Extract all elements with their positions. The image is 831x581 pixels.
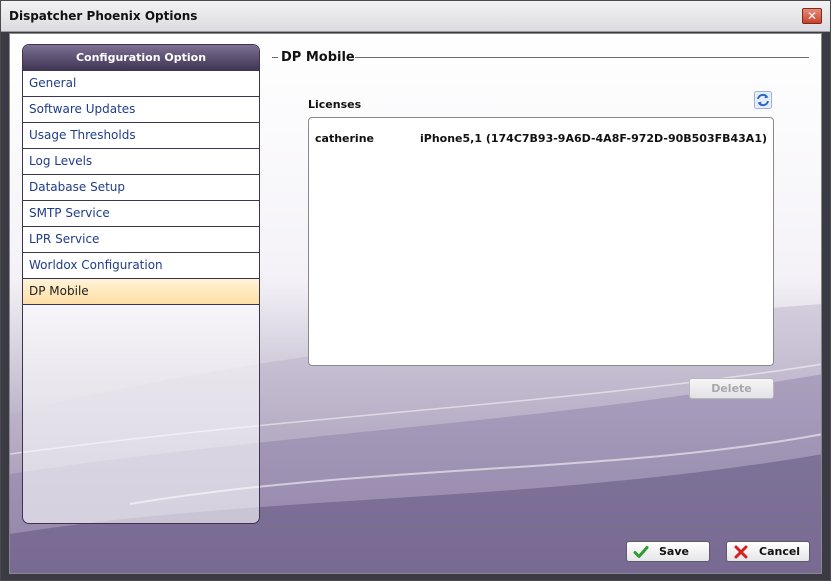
options-window: Dispatcher Phoenix Options ✕ Configurati… <box>0 0 831 581</box>
section-title: DP Mobile <box>281 50 355 65</box>
license-user[interactable]: catherine <box>315 132 374 145</box>
licenses-list[interactable]: catherine iPhone5,1 (174C7B93-9A6D-4A8F-… <box>308 117 774 366</box>
refresh-icon[interactable] <box>754 91 772 109</box>
window-title: Dispatcher Phoenix Options <box>9 9 198 23</box>
sidebar-header: Configuration Option <box>23 45 259 71</box>
save-label: Save <box>659 545 689 558</box>
cancel-button[interactable]: Cancel <box>726 541 810 562</box>
sidebar-item-general[interactable]: General <box>23 71 259 97</box>
section-rule-right <box>355 57 809 58</box>
configuration-sidebar: Configuration Option General Software Up… <box>22 44 260 524</box>
sidebar-item-lpr-service[interactable]: LPR Service <box>23 227 259 253</box>
close-button[interactable]: ✕ <box>802 8 822 24</box>
dialog-client-area: Configuration Option General Software Up… <box>9 33 822 574</box>
sidebar-item-log-levels[interactable]: Log Levels <box>23 149 259 175</box>
save-button[interactable]: Save <box>626 541 710 562</box>
sidebar-item-dp-mobile[interactable]: DP Mobile <box>23 279 259 305</box>
sidebar-item-worldox-configuration[interactable]: Worldox Configuration <box>23 253 259 279</box>
title-bar[interactable]: Dispatcher Phoenix Options ✕ <box>1 1 830 32</box>
checkmark-icon <box>633 546 649 558</box>
cancel-label: Cancel <box>759 545 801 558</box>
x-icon <box>734 545 748 559</box>
license-device[interactable]: iPhone5,1 (174C7B93-9A6D-4A8F-972D-90B50… <box>420 132 767 145</box>
footer-divider <box>272 527 809 528</box>
section-rule-left <box>272 57 278 58</box>
licenses-label: Licenses <box>308 98 362 111</box>
delete-button[interactable]: Delete <box>689 378 774 399</box>
sidebar-item-smtp-service[interactable]: SMTP Service <box>23 201 259 227</box>
close-icon: ✕ <box>806 9 818 23</box>
sidebar-item-usage-thresholds[interactable]: Usage Thresholds <box>23 123 259 149</box>
sidebar-item-software-updates[interactable]: Software Updates <box>23 97 259 123</box>
sidebar-item-database-setup[interactable]: Database Setup <box>23 175 259 201</box>
